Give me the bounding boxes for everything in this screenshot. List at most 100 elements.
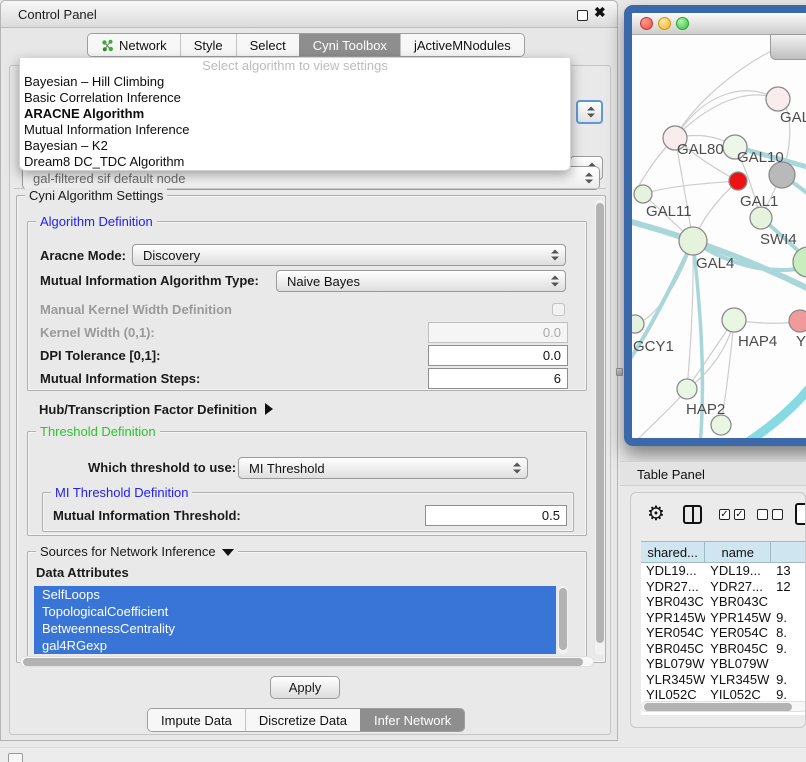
zoom-traffic-light[interactable] [676, 17, 689, 30]
sources-expander[interactable]: Sources for Network Inference [36, 544, 238, 559]
table-panel: ⚙ ✓✓ shared... name YDL19...YDL19...13 Y… [630, 492, 806, 728]
tab-network[interactable]: Network [88, 34, 180, 56]
apply-button[interactable]: Apply [270, 676, 340, 699]
node-label: GAL80 [677, 141, 724, 158]
column-header-partial[interactable] [771, 542, 806, 562]
kernel-width-value: 0.0 [543, 325, 561, 340]
mi-steps-label: Mutual Information Steps: [40, 368, 200, 389]
node-hap2[interactable] [677, 379, 697, 399]
select-all-checkboxes-icon[interactable]: ✓✓ [719, 509, 745, 520]
spinner-arrows-icon [585, 173, 593, 184]
tab-discretize-data[interactable]: Discretize Data [245, 709, 360, 731]
menu-item-dream8[interactable]: Dream8 DC_TDC Algorithm [20, 154, 570, 170]
tab-infer-network[interactable]: Infer Network [360, 709, 464, 731]
deselect-all-checkboxes-icon[interactable] [757, 509, 783, 520]
mi-threshold-label: Mutual Information Threshold: [53, 505, 241, 526]
node-big-green[interactable] [793, 247, 806, 277]
dpi-tolerance-field[interactable]: 0.0 [428, 345, 568, 366]
network-window-titlebar[interactable] [632, 13, 806, 35]
gear-icon[interactable]: ⚙ [647, 501, 665, 526]
sources-group: Sources for Network Inference Data Attri… [27, 551, 587, 657]
group-title: Threshold Definition [36, 424, 160, 439]
menu-item-aracne[interactable]: ARACNE Algorithm [20, 106, 570, 122]
table-row[interactable]: YBR045CYBR045C9. [641, 641, 806, 657]
control-panel-titlebar[interactable]: Control Panel ✖ [1, 1, 617, 28]
node-red-selected[interactable] [729, 172, 747, 190]
group-title: Cyni Algorithm Settings [25, 188, 167, 203]
tab-select[interactable]: Select [236, 34, 299, 56]
dropdown-hint: Select algorithm to view settings [20, 58, 570, 74]
table-row[interactable]: YPR145WYPR145W9. [641, 610, 806, 626]
node-partial-bottom[interactable] [711, 415, 731, 435]
column-layout-icon[interactable] [683, 505, 702, 524]
splitter-grip[interactable] [616, 368, 623, 376]
node-gal1[interactable] [750, 207, 772, 229]
table-row[interactable]: YDL19...YDL19...13 [641, 563, 806, 579]
which-threshold-combo[interactable]: MI Threshold [238, 457, 528, 479]
manual-kernel-checkbox[interactable] [552, 303, 565, 316]
threshold-definition-group: Threshold Definition Which threshold to … [27, 431, 587, 536]
node-label: GAL4 [696, 255, 734, 272]
table-row[interactable]: YDR27...YDR27...12 [641, 579, 806, 595]
node-pink-a[interactable] [766, 87, 790, 111]
which-threshold-label: Which threshold to use: [88, 457, 236, 478]
column-header-name[interactable]: name [705, 542, 771, 562]
column-header-shared-name[interactable]: shared... [641, 542, 705, 562]
mi-threshold-field[interactable]: 0.5 [425, 505, 567, 526]
mi-steps-value: 6 [554, 371, 561, 386]
menu-item-bayesian-hill-climbing[interactable]: Bayesian – Hill Climbing [20, 74, 570, 90]
list-item[interactable]: TopologicalCoefficient [34, 603, 556, 620]
node-label: GAL [780, 109, 806, 126]
menu-item-basic-correlation[interactable]: Basic Correlation Inference [20, 90, 570, 106]
node-hap4[interactable] [722, 308, 746, 332]
menu-item-bayesian-k2[interactable]: Bayesian – K2 [20, 138, 570, 154]
minimize-traffic-light[interactable] [658, 17, 671, 30]
node-label: GCY1 [633, 338, 674, 355]
node-salmon[interactable] [789, 310, 806, 332]
table-row[interactable]: YBR043CYBR043C [641, 594, 806, 610]
list-item[interactable]: SelfLoops [34, 586, 556, 603]
kernel-width-field[interactable]: 0.0 [428, 322, 568, 343]
data-attributes-list[interactable]: SelfLoops TopologicalCoefficient Between… [34, 586, 556, 654]
tab-impute-data[interactable]: Impute Data [148, 709, 245, 731]
aracne-mode-combo[interactable]: Discovery [132, 244, 566, 266]
mi-type-combo[interactable]: Naive Bayes [276, 270, 566, 292]
mi-steps-field[interactable]: 6 [428, 368, 568, 389]
table-export-icon[interactable] [795, 503, 806, 525]
node-gal4[interactable] [679, 227, 707, 255]
list-item[interactable]: BetweennessCentrality [34, 620, 556, 637]
node-gcy1[interactable] [632, 315, 644, 333]
tab-label: Infer Network [374, 713, 451, 728]
control-panel-window: Control Panel ✖ Network Style [0, 0, 618, 741]
node-attribute-table: shared... name YDL19...YDL19...13 YDR27.… [641, 541, 806, 715]
obscured-combo-focused-fragment[interactable] [576, 100, 603, 124]
close-traffic-light[interactable] [640, 17, 653, 30]
aracne-mode-value: Discovery [143, 248, 200, 263]
list-scrollbar[interactable] [558, 586, 568, 654]
node-gal11[interactable] [634, 185, 652, 203]
table-panel-title: Table Panel [637, 467, 705, 482]
network-selector-value: gal-filtered sif default node [33, 171, 185, 186]
hub-definition-expander[interactable]: Hub/Transcription Factor Definition [39, 400, 273, 418]
list-item[interactable]: gal4RGexp [34, 637, 556, 654]
table-row[interactable]: YBL079WYBL079W [641, 656, 806, 672]
network-canvas[interactable]: GAL GAL80 GAL10 GAL1 GAL11 SWI4 GAL4 GCY… [632, 35, 806, 446]
table-row[interactable]: YLR345WYLR345W9. [641, 672, 806, 688]
float-window-icon[interactable] [577, 10, 588, 21]
toolbar-fragment [770, 34, 806, 60]
tab-jactivemnodules[interactable]: jActiveMNodules [400, 34, 524, 56]
network-view-window: GAL GAL80 GAL10 GAL1 GAL11 SWI4 GAL4 GCY… [624, 5, 806, 446]
kernel-width-label: Kernel Width (0,1): [40, 322, 155, 343]
settings-vertical-scrollbar[interactable] [595, 200, 605, 655]
close-icon[interactable]: ✖ [594, 4, 606, 21]
tab-style[interactable]: Style [180, 34, 236, 56]
collapse-down-icon [222, 549, 234, 556]
expand-right-icon [265, 403, 273, 415]
menu-item-mutual-information[interactable]: Mutual Information Inference [20, 122, 570, 138]
table-horizontal-scrollbar[interactable] [641, 701, 806, 712]
node-label: HAP4 [738, 333, 777, 350]
aracne-mode-label: Aracne Mode: [40, 245, 126, 266]
table-row[interactable]: YER054CYER054C8. [641, 625, 806, 641]
tab-cyni-toolbox[interactable]: Cyni Toolbox [299, 34, 400, 56]
settings-horizontal-scrollbar[interactable] [20, 656, 594, 667]
